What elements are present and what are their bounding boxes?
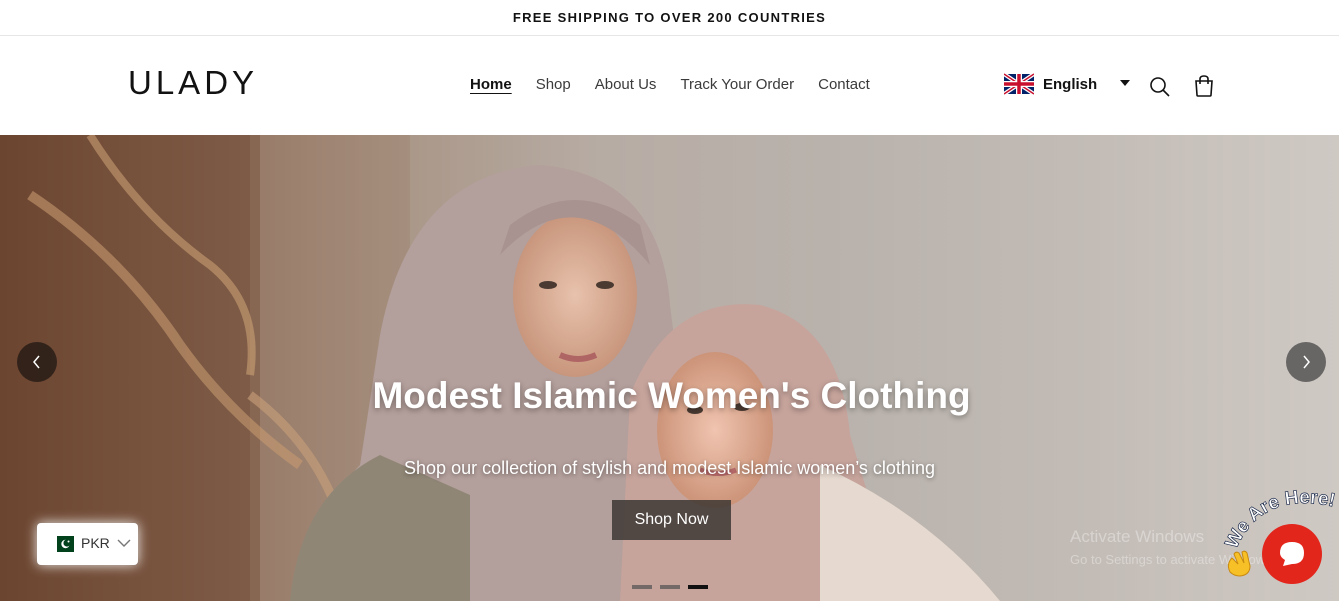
chevron-right-icon	[1303, 355, 1310, 369]
nav-shop[interactable]: Shop	[536, 75, 571, 95]
currency-selector[interactable]: PKR	[37, 523, 138, 565]
search-icon	[1150, 77, 1170, 97]
pk-flag-icon	[52, 536, 74, 552]
slide-dot[interactable]	[632, 585, 652, 589]
nav-contact[interactable]: Contact	[818, 75, 870, 95]
slide-dot[interactable]	[660, 585, 680, 589]
search-button[interactable]	[1146, 73, 1174, 101]
language-label: English	[1043, 75, 1098, 93]
nav-about-us[interactable]: About Us	[595, 75, 657, 95]
watermark-title: Activate Windows	[1070, 527, 1205, 546]
cart-button[interactable]	[1190, 72, 1218, 100]
cart-icon	[1195, 75, 1213, 97]
nav-track-your-order[interactable]: Track Your Order	[680, 75, 794, 95]
slide-next-button[interactable]	[1286, 342, 1326, 382]
site-header: ULADY Home Shop About Us Track Your Orde…	[0, 36, 1339, 135]
chevron-down-icon	[117, 539, 131, 547]
language-selector[interactable]: English	[1004, 72, 1130, 96]
currency-label: PKR	[81, 535, 110, 551]
slide-dot[interactable]	[688, 585, 708, 589]
chat-button[interactable]	[1262, 524, 1322, 584]
chat-icon	[1280, 542, 1304, 566]
main-nav: Home Shop About Us Track Your Order Cont…	[470, 75, 870, 95]
logo[interactable]: ULADY	[128, 66, 260, 100]
waving-hand-icon	[1227, 550, 1251, 577]
hero-subtitle: Shop our collection of stylish and modes…	[404, 458, 935, 478]
chevron-left-icon	[33, 355, 40, 369]
announcement-bar: FREE SHIPPING TO OVER 200 COUNTRIES	[0, 0, 1339, 36]
announcement-text: FREE SHIPPING TO OVER 200 COUNTRIES	[512, 10, 827, 25]
nav-home[interactable]: Home	[470, 75, 512, 95]
shop-now-button[interactable]: Shop Now	[612, 500, 731, 540]
uk-flag-icon	[1004, 73, 1034, 95]
chat-widget: We Are Here!	[1222, 488, 1339, 601]
slide-dots	[632, 585, 708, 589]
hero-title: Modest Islamic Women's Clothing	[372, 375, 971, 416]
slide-prev-button[interactable]	[17, 342, 57, 382]
caret-down-icon	[1120, 80, 1130, 86]
